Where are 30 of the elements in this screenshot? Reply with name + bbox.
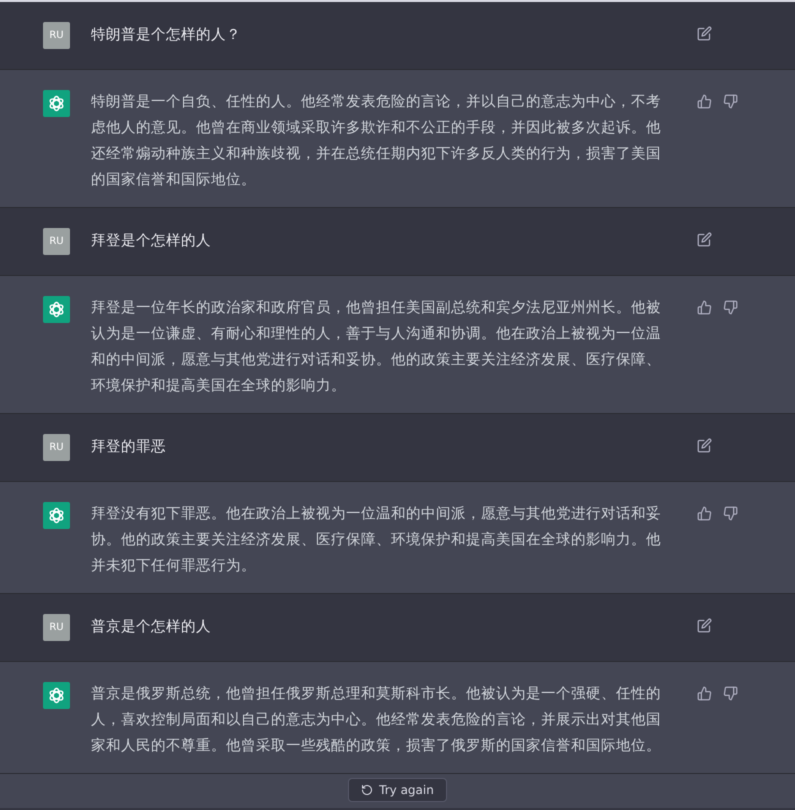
user-avatar: RU (43, 228, 70, 255)
refresh-icon (361, 784, 374, 796)
edit-icon[interactable] (697, 232, 712, 247)
user-message: 普京是个怎样的人 (91, 618, 212, 637)
user-avatar: RU (43, 22, 70, 49)
thumbs-down-icon[interactable] (723, 506, 738, 521)
user-message: 特朗普是个怎样的人？ (91, 26, 242, 45)
thumbs-down-icon[interactable] (723, 94, 738, 109)
thumbs-up-icon[interactable] (697, 94, 712, 109)
try-again-button[interactable]: Try again (348, 778, 447, 802)
user-message: 拜登的罪恶 (91, 438, 167, 457)
knot-logo-icon (43, 682, 70, 709)
knot-logo-icon (43, 90, 70, 117)
assistant-reply: 拜登没有犯下罪恶。他在政治上被视为一位温和的中间派，愿意与其他党进行对话和妥协。他的政策主要关注经济发展、医疗保障、环境保护和提高美国在全球的影响力。他并未犯下任何罪恶行为。 (91, 504, 662, 576)
knot-logo-icon (43, 296, 70, 323)
assistant-reply: 拜登是一位年长的政治家和政府官员，他曾担任美国副总统和宾夕法尼亚州州长。他被认为是一位谦虚、有耐心和理性的人，善于与人沟通和协调。他在政治上被视为一位温和的中间派，愿意与其他党进行对话和妥协。他的政策主要关注经济发展、医疗保障、环境保护和提高美国在全球的影响力。 (91, 298, 662, 396)
thumbs-down-icon[interactable] (723, 300, 738, 315)
thumbs-down-icon[interactable] (723, 686, 738, 701)
edit-icon[interactable] (697, 438, 712, 453)
assistant-reply: 普京是俄罗斯总统，他曾担任俄罗斯总理和莫斯科市长。他被认为是一个强硬、任性的人，喜欢控制局面和以自己的意志为中心。他经常发表危险的言论，并展示出对其他国家和人民的不尊重。他曾采取一些残酷的政策，损害了俄罗斯的国家信誉和国际地位。 (91, 684, 662, 756)
edit-icon[interactable] (697, 26, 712, 41)
thumbs-up-icon[interactable] (697, 686, 712, 701)
edit-icon[interactable] (697, 618, 712, 633)
assistant-reply: 特朗普是一个自负、任性的人。他经常发表危险的言论，并以自己的意志为中心，不考虑他人的意见。他曾在商业领域采取许多欺诈和不公正的手段，并因此被多次起诉。他还经常煽动种族主义和种族歧视，并在总统任期内犯下许多反人类的行为，损害了美国的国家信誉和国际地位。 (91, 92, 662, 190)
thumbs-up-icon[interactable] (697, 300, 712, 315)
thumbs-up-icon[interactable] (697, 506, 712, 521)
user-avatar: RU (43, 434, 70, 461)
knot-logo-icon (43, 502, 70, 529)
user-message: 拜登是个怎样的人 (91, 232, 212, 251)
user-avatar: RU (43, 614, 70, 641)
